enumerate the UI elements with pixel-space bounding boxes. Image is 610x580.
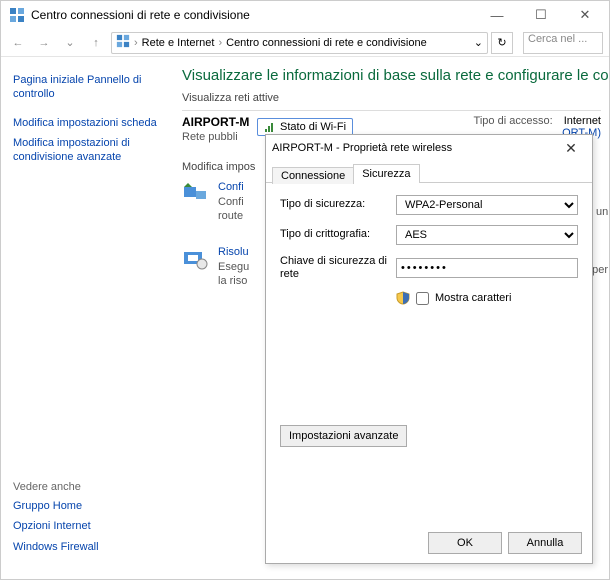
network-name: AIRPORT-M (182, 115, 249, 129)
tab-connection[interactable]: Connessione (272, 167, 354, 184)
breadcrumb[interactable]: › Rete e Internet › Centro connessioni d… (111, 32, 488, 54)
close-button[interactable]: ✕ (563, 1, 607, 29)
dialog-body: Tipo di sicurezza: WPA2-Personal Tipo di… (266, 183, 592, 523)
configure-desc-1: Confi (218, 195, 244, 209)
show-characters-label: Mostra caratteri (435, 292, 511, 304)
sidebar: Pagina iniziale Pannello di controllo Mo… (1, 57, 176, 579)
dialog-footer: OK Annulla (266, 523, 592, 563)
dialog-close-button[interactable]: ✕ (556, 137, 586, 159)
maximize-button[interactable]: ☐ (519, 1, 563, 29)
dialog-tabs: Connessione Sicurezza (266, 161, 592, 183)
security-type-select[interactable]: WPA2-Personal (396, 195, 578, 215)
see-also-section: Vedere anche Gruppo Home Opzioni Interne… (13, 481, 168, 560)
sidebar-home-link[interactable]: Pagina iniziale Pannello di controllo (13, 73, 164, 102)
troubleshoot-desc-1: Esegu (218, 260, 249, 274)
crumb-sep: › (134, 37, 138, 49)
wireless-properties-dialog: AIRPORT-M - Proprietà rete wireless ✕ Co… (265, 134, 593, 564)
configure-link[interactable]: Confi (218, 181, 244, 193)
dialog-titlebar: AIRPORT-M - Proprietà rete wireless ✕ (266, 135, 592, 161)
network-key-row: Chiave di sicurezza di rete (280, 255, 578, 281)
minimize-button[interactable]: — (475, 1, 519, 29)
sidebar-section: Modifica impostazioni scheda Modifica im… (13, 116, 164, 165)
wifi-bars-icon (264, 121, 276, 133)
page-heading: Visualizzare le informazioni di base sul… (182, 67, 601, 84)
up-button[interactable]: ↑ (85, 32, 107, 54)
crumb-2[interactable]: Centro connessioni di rete e condivision… (226, 37, 427, 49)
configure-desc-2: route (218, 209, 244, 223)
search-input[interactable]: Cerca nel ... (523, 32, 603, 54)
window-buttons: — ☐ ✕ (475, 1, 607, 29)
network-key-label: Chiave di sicurezza di rete (280, 255, 388, 281)
troubleshoot-desc-2: la riso (218, 274, 249, 288)
security-type-row: Tipo di sicurezza: WPA2-Personal (280, 195, 578, 215)
configure-text: Confi Confi route (218, 181, 244, 224)
change-sharing-link[interactable]: Modifica impostazioni di condivisione av… (13, 136, 164, 165)
network-type: Rete pubbli (182, 131, 249, 143)
network-key-input[interactable] (396, 258, 578, 278)
crumb-sep-icon: › (218, 37, 222, 49)
refresh-button[interactable]: ↻ (491, 32, 513, 54)
see-also-header: Vedere anche (13, 481, 168, 493)
encryption-label: Tipo di crittografia: (280, 228, 388, 241)
cutoff-text-un: un (596, 206, 608, 218)
wifi-status-text: Stato di Wi-Fi (280, 121, 346, 133)
encryption-row: Tipo di crittografia: AES (280, 225, 578, 245)
access-type-label: Tipo di accesso: (474, 115, 553, 127)
crumb-dropdown-icon[interactable]: ⌄ (474, 36, 483, 49)
divider (182, 110, 601, 111)
troubleshoot-link[interactable]: Risolu (218, 246, 249, 258)
troubleshoot-icon (182, 246, 210, 272)
show-characters-row: Mostra caratteri (396, 291, 578, 305)
uac-shield-icon (396, 291, 410, 305)
ok-button[interactable]: OK (428, 532, 502, 554)
cancel-button[interactable]: Annulla (508, 532, 582, 554)
active-networks-header: Visualizza reti attive (182, 92, 601, 104)
tab-security[interactable]: Sicurezza (353, 164, 419, 183)
breadcrumb-icon (116, 34, 130, 51)
firewall-link[interactable]: Windows Firewall (13, 540, 168, 554)
troubleshoot-text: Risolu Esegu la riso (218, 246, 249, 289)
forward-button[interactable]: → (33, 32, 55, 54)
crumb-1[interactable]: Rete e Internet (142, 37, 215, 49)
network-center-icon (9, 7, 25, 23)
back-button[interactable]: ← (7, 32, 29, 54)
access-type-value: Internet (564, 115, 601, 127)
titlebar: Centro connessioni di rete e condivision… (1, 1, 609, 29)
homegroup-link[interactable]: Gruppo Home (13, 499, 168, 513)
nav-bar: ← → ⌄ ↑ › Rete e Internet › Centro conne… (1, 29, 609, 57)
advanced-settings-button[interactable]: Impostazioni avanzate (280, 425, 407, 447)
change-adapter-link[interactable]: Modifica impostazioni scheda (13, 116, 164, 130)
window-title: Centro connessioni di rete e condivision… (31, 8, 475, 22)
encryption-select[interactable]: AES (396, 225, 578, 245)
internet-options-link[interactable]: Opzioni Internet (13, 519, 168, 533)
show-characters-checkbox[interactable] (416, 292, 429, 305)
network-ident: AIRPORT-M Rete pubbli (182, 115, 249, 143)
dropdown-history-button[interactable]: ⌄ (59, 32, 81, 54)
network-setup-icon (182, 181, 210, 207)
security-type-label: Tipo di sicurezza: (280, 198, 388, 211)
dialog-title: AIRPORT-M - Proprietà rete wireless (272, 142, 452, 154)
